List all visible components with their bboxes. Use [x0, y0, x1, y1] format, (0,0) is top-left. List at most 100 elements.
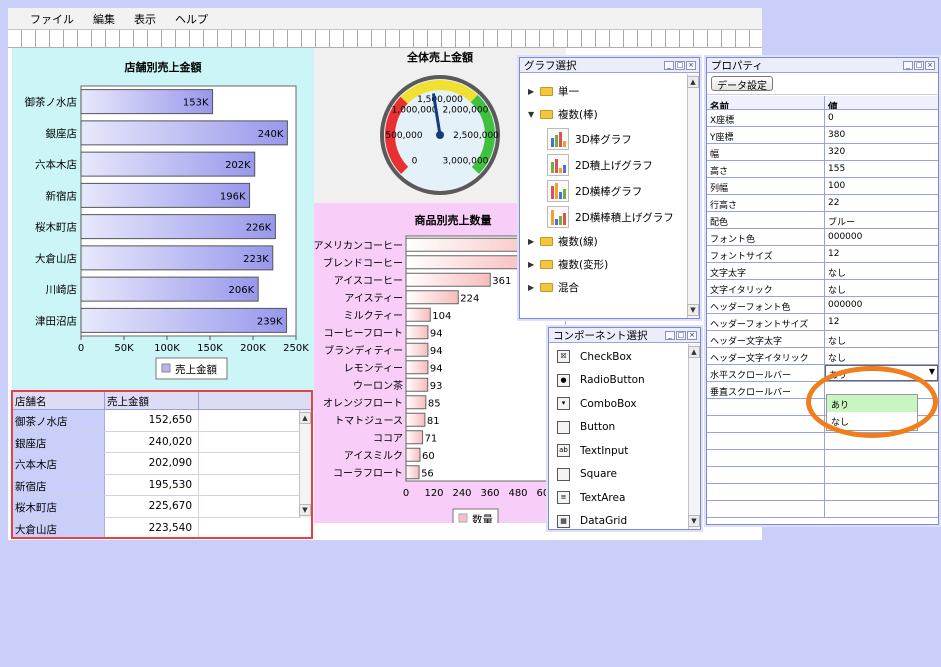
- close-icon[interactable]: ×: [687, 330, 697, 340]
- tree-folder-item[interactable]: ▶ 単一: [520, 80, 699, 103]
- table-row[interactable]: 新宿店 195,530: [13, 474, 311, 496]
- scroll-down-icon[interactable]: ▼: [299, 504, 311, 516]
- property-value[interactable]: 000000: [825, 229, 938, 245]
- property-row[interactable]: X座標 0: [707, 110, 938, 127]
- property-row[interactable]: 列幅 100: [707, 178, 938, 195]
- maximize-icon[interactable]: □: [676, 330, 686, 340]
- property-row[interactable]: 幅 320: [707, 144, 938, 161]
- minimize-icon[interactable]: _: [664, 60, 674, 70]
- component-select-window[interactable]: コンポーネント選択 _ □ × ☒ CheckBox ● RadioButton ▾ Co…: [548, 327, 701, 530]
- close-icon[interactable]: ×: [925, 60, 935, 70]
- category-label: アメリカンコーヒー: [314, 240, 403, 252]
- property-row[interactable]: 文字太字 なし: [707, 263, 938, 280]
- menu-edit[interactable]: 編集: [93, 11, 115, 27]
- property-window[interactable]: プロパティ _ □ × データ設定 名前 値 X座標 0 Y座標 380 幅 320 高さ 1…: [706, 57, 939, 525]
- collapsed-arrow-icon[interactable]: ▶: [528, 260, 538, 269]
- x-tick-label: 120: [424, 488, 443, 499]
- graph-window-titlebar[interactable]: グラフ選択 _ □ ×: [520, 58, 699, 73]
- graph-window-scrollbar[interactable]: ▲ ▼: [687, 74, 699, 318]
- column-header-store[interactable]: 店舗名: [13, 392, 105, 409]
- property-value[interactable]: 0: [825, 110, 938, 126]
- minimize-icon[interactable]: _: [903, 60, 913, 70]
- property-row[interactable]: フォントサイズ 12: [707, 246, 938, 263]
- scroll-up-icon[interactable]: ▲: [299, 412, 311, 424]
- graph-type-item[interactable]: 2D横棒積上げグラフ: [520, 204, 699, 230]
- collapsed-arrow-icon[interactable]: ▶: [528, 283, 538, 292]
- component-item[interactable]: ≡ TextArea: [549, 486, 700, 510]
- property-value[interactable]: なし: [825, 331, 938, 347]
- store-sales-chart-panel[interactable]: 店舗別売上金額 御茶ノ水店 153K 銀座店 240K 六本木店 202K 新宿店 196K 桜木…: [12, 48, 314, 410]
- property-row[interactable]: ヘッダーフォントサイズ 12: [707, 314, 938, 331]
- property-row[interactable]: Y座標 380: [707, 127, 938, 144]
- property-value[interactable]: なし: [825, 263, 938, 279]
- gauge-scale-label: 0: [412, 156, 418, 166]
- scroll-up-icon[interactable]: ▲: [688, 346, 700, 358]
- property-name: [707, 484, 825, 500]
- property-value[interactable]: 12: [825, 246, 938, 262]
- sales-cell: 195,530: [105, 474, 199, 495]
- table-row[interactable]: 大倉山店 223,540: [13, 517, 311, 537]
- property-value[interactable]: ブルー: [825, 212, 938, 228]
- scroll-up-icon[interactable]: ▲: [687, 76, 699, 88]
- property-value[interactable]: 000000: [825, 297, 938, 313]
- property-row[interactable]: 文字イタリック なし: [707, 280, 938, 297]
- minimize-icon[interactable]: _: [665, 330, 675, 340]
- property-value[interactable]: なし: [825, 280, 938, 296]
- graph-type-item[interactable]: 3D棒グラフ: [520, 126, 699, 152]
- property-value[interactable]: 320: [825, 144, 938, 160]
- component-window-scrollbar[interactable]: ▲ ▼: [688, 344, 700, 529]
- component-item[interactable]: Square: [549, 463, 700, 487]
- table-row[interactable]: 銀座店 240,020: [13, 431, 311, 453]
- table-row[interactable]: 御茶ノ水店 152,650: [13, 410, 311, 432]
- scroll-down-icon[interactable]: ▼: [688, 515, 700, 527]
- property-value[interactable]: 100: [825, 178, 938, 194]
- chevron-down-icon[interactable]: ▼: [929, 367, 935, 376]
- collapsed-arrow-icon[interactable]: ▶: [528, 87, 538, 96]
- component-item[interactable]: ab TextInput: [549, 439, 700, 463]
- component-item[interactable]: Button: [549, 416, 700, 440]
- property-value[interactable]: なし: [825, 348, 938, 364]
- property-row[interactable]: フォント色 000000: [707, 229, 938, 246]
- close-icon[interactable]: ×: [686, 60, 696, 70]
- property-grid[interactable]: 名前 値 X座標 0 Y座標 380 幅 320 高さ 155 列幅 100 行高さ 22 配色 ブルーフ…: [707, 96, 938, 518]
- component-item[interactable]: ▦ DataGrid: [549, 510, 700, 530]
- column-header-sales[interactable]: 売上金額: [105, 392, 199, 409]
- x-tick-label: 240: [452, 488, 471, 499]
- graph-select-window[interactable]: グラフ選択 _ □ × ▶ 単一 ▼ 複数(棒) 3D棒グラフ 2D積上げグラフ 2D横棒グ…: [519, 57, 700, 319]
- maximize-icon[interactable]: □: [914, 60, 924, 70]
- property-row[interactable]: ヘッダーフォント色 000000: [707, 297, 938, 314]
- property-value[interactable]: 22: [825, 195, 938, 211]
- tree-folder-item[interactable]: ▶ 複数(変形): [520, 253, 699, 276]
- expanded-arrow-icon[interactable]: ▼: [528, 110, 538, 119]
- component-item[interactable]: ☒ CheckBox: [549, 345, 700, 369]
- datagrid-scrollbar[interactable]: ▲ ▼: [299, 410, 311, 518]
- table-row[interactable]: 桜木町店 225,670: [13, 496, 311, 518]
- graph-type-item[interactable]: 2D横棒グラフ: [520, 178, 699, 204]
- category-label: アイスコーヒー: [334, 275, 403, 287]
- menu-view[interactable]: 表示: [134, 11, 156, 27]
- tree-folder-item[interactable]: ▶ 混合: [520, 276, 699, 299]
- property-value[interactable]: 12: [825, 314, 938, 330]
- property-value[interactable]: 155: [825, 161, 938, 177]
- property-row[interactable]: 配色 ブルー: [707, 212, 938, 229]
- component-item[interactable]: ▾ ComboBox: [549, 392, 700, 416]
- component-window-titlebar[interactable]: コンポーネント選択 _ □ ×: [549, 328, 700, 343]
- menu-help[interactable]: ヘルプ: [175, 11, 208, 27]
- component-item[interactable]: ● RadioButton: [549, 369, 700, 393]
- property-row[interactable]: 高さ 155: [707, 161, 938, 178]
- table-row[interactable]: 六本木店 202,090: [13, 453, 311, 475]
- collapsed-arrow-icon[interactable]: ▶: [528, 237, 538, 246]
- property-window-titlebar[interactable]: プロパティ _ □ ×: [707, 58, 938, 73]
- menu-file[interactable]: ファイル: [30, 11, 74, 27]
- store-sales-datagrid[interactable]: 店舗名 売上金額 御茶ノ水店 152,650 銀座店 240,020 六本木店 202,0…: [11, 390, 313, 539]
- property-row[interactable]: ヘッダー文字太字 なし: [707, 331, 938, 348]
- graph-type-item[interactable]: 2D積上げグラフ: [520, 152, 699, 178]
- tree-folder-item[interactable]: ▶ 複数(線): [520, 230, 699, 253]
- scroll-down-icon[interactable]: ▼: [687, 304, 699, 316]
- maximize-icon[interactable]: □: [675, 60, 685, 70]
- property-row[interactable]: 行高さ 22: [707, 195, 938, 212]
- tree-folder-item[interactable]: ▼ 複数(棒): [520, 103, 699, 126]
- property-value[interactable]: 380: [825, 127, 938, 143]
- property-row[interactable]: ヘッダー文字イタリック なし: [707, 348, 938, 365]
- data-setting-button[interactable]: データ設定: [711, 76, 773, 92]
